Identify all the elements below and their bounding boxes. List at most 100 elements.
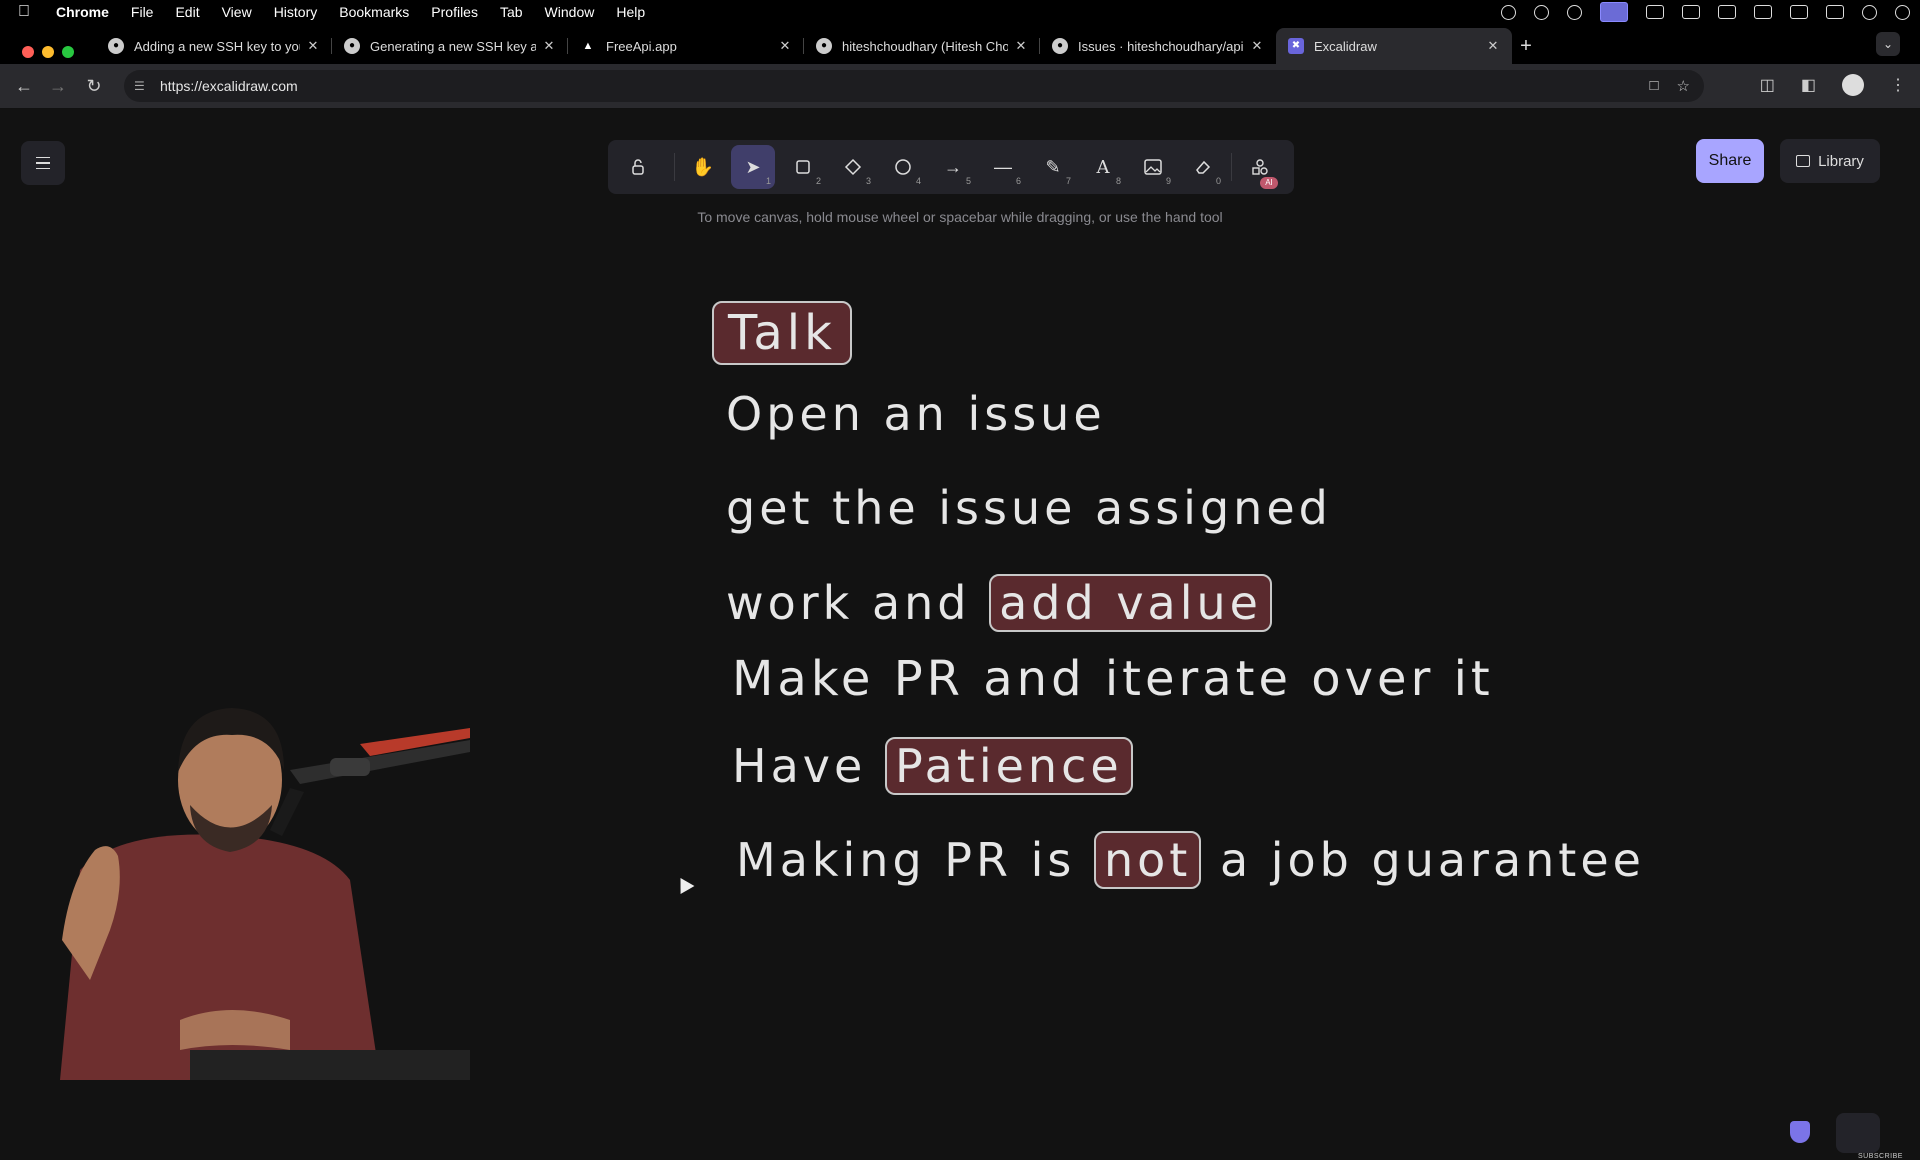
back-arrow-icon[interactable]: ← [12,74,36,98]
shortcut-number: 9 [1165,176,1171,186]
forward-arrow-icon[interactable]: → [46,74,70,98]
tab-issues[interactable]: ● Issues · hiteshchoudhary/apih ✕ [1040,28,1276,64]
main-menu-button[interactable] [21,141,65,185]
share-button[interactable]: Share [1696,139,1764,183]
close-window-button[interactable] [22,46,34,58]
tab-label: hiteshchoudhary (Hitesh Cho [842,38,1008,54]
ellipse-tool-button[interactable]: 4 [881,145,925,189]
window-controls [22,46,74,58]
shield-icon[interactable] [1790,1121,1810,1143]
apple-icon[interactable]:  [18,3,38,21]
menu-bookmarks[interactable]: Bookmarks [339,4,409,20]
github-icon: ● [108,38,124,54]
menu-help[interactable]: Help [616,4,645,20]
arrow-icon: → [944,156,962,177]
drawing-line-patience[interactable]: Have Patience [732,737,1133,795]
tab-search-icon[interactable]: ⌄ [1876,32,1900,56]
text-tool-button[interactable]: A 8 [1081,145,1125,189]
control-center-icon[interactable] [1826,5,1844,19]
work-and-text: work and [726,576,971,630]
shapes-toolbar: ✋ ➤ 1 2 3 4 → 5 — 6 ✎ 7 A 8 9 0 AI [608,140,1294,194]
lock-tool-button[interactable] [616,145,660,189]
close-icon[interactable]: ✕ [1250,38,1264,54]
pointer-icon: ➤ [745,156,761,177]
siri-icon[interactable] [1862,4,1877,20]
github-icon: ● [344,38,360,54]
job-guarantee-text: a job guarantee [1219,833,1645,887]
menu-view[interactable]: View [222,4,252,20]
selection-tool-button[interactable]: ➤ 1 [731,145,775,189]
close-icon[interactable]: ✕ [1014,38,1028,54]
arrow-tool-button[interactable]: → 5 [931,145,975,189]
menu-edit[interactable]: Edit [175,4,199,20]
menu-profiles[interactable]: Profiles [431,4,478,20]
close-icon[interactable]: ✕ [542,38,556,54]
pencil-tool-button[interactable]: ✎ 7 [1031,145,1075,189]
line-tool-button[interactable]: — 6 [981,145,1025,189]
tab-label: Issues · hiteshchoudhary/apih [1078,38,1244,54]
wifi-icon[interactable] [1790,5,1808,19]
status-m-icon[interactable] [1567,4,1582,20]
display-icon[interactable] [1754,5,1772,19]
shapes-icon [1252,159,1268,175]
extensions-icon[interactable]: ◫ [1760,75,1775,95]
more-menu-icon[interactable]: ⋮ [1890,75,1906,95]
drawing-talk-box[interactable]: Talk [712,301,852,365]
rectangle-icon [796,160,810,174]
side-panel-icon[interactable]: ◧ [1801,75,1816,95]
help-button[interactable] [1836,1113,1880,1153]
menu-file[interactable]: File [131,4,154,20]
url-text[interactable]: https://excalidraw.com [160,78,298,94]
line-icon: — [994,156,1012,177]
minimize-window-button[interactable] [42,46,54,58]
zoom-window-button[interactable] [62,46,74,58]
bookmark-star-icon[interactable]: ☆ [1677,77,1690,95]
image-tool-button[interactable]: 9 [1131,145,1175,189]
tab-ssh-generate[interactable]: ● Generating a new SSH key an ✕ [332,28,568,64]
eraser-tool-button[interactable]: 0 [1181,145,1225,189]
mouse-cursor-icon [673,873,695,895]
drawing-line-make-pr[interactable]: Make PR and iterate over it [732,651,1494,707]
hand-tool-button[interactable]: ✋ [681,145,725,189]
close-icon[interactable]: ✕ [1486,38,1500,54]
navigation-bar: ← → ↻ ☰ https://excalidraw.com □ ☆ ◫ ◧ ⋮ [0,64,1920,109]
hamburger-icon [36,156,50,159]
reload-icon[interactable]: ↻ [82,74,106,98]
status-app-icon[interactable] [1501,4,1516,20]
clock-icon[interactable] [1895,4,1910,20]
status-sync-icon[interactable] [1534,4,1549,20]
install-app-icon[interactable]: □ [1649,77,1658,95]
close-icon[interactable]: ✕ [778,38,792,54]
tab-ssh-add[interactable]: ● Adding a new SSH key to you ✕ [96,28,332,64]
profile-avatar[interactable] [1842,74,1864,96]
address-bar[interactable]: ☰ https://excalidraw.com □ ☆ [124,70,1704,102]
bluetooth-icon[interactable] [1718,5,1736,19]
menu-app-name[interactable]: Chrome [56,4,109,20]
tab-excalidraw[interactable]: ✖ Excalidraw ✕ [1276,28,1512,64]
menu-tab[interactable]: Tab [500,4,523,20]
drawing-line-assigned[interactable]: get the issue assigned [726,481,1332,535]
extra-tools-button[interactable]: AI [1238,145,1282,189]
tab-label: Excalidraw [1314,38,1377,54]
shortcut-number: 5 [965,176,971,186]
site-settings-icon[interactable]: ☰ [134,79,150,93]
status-camera-icon[interactable] [1646,5,1664,19]
tab-bar: ● Adding a new SSH key to you ✕ ● Genera… [0,24,1920,64]
drawing-line-guarantee[interactable]: Making PR is not a job guarantee [736,831,1645,889]
book-icon [1796,155,1811,167]
status-icons [1501,0,1910,24]
menu-window[interactable]: Window [545,4,595,20]
new-tab-button[interactable]: + [1512,28,1540,64]
tab-hiteshchoudhary[interactable]: ● hiteshchoudhary (Hitesh Cho ✕ [804,28,1040,64]
status-screen-icon[interactable] [1600,2,1628,22]
drawing-line-work[interactable]: work and add value [726,574,1272,632]
close-icon[interactable]: ✕ [306,38,320,54]
status-grid-icon[interactable] [1682,5,1700,19]
tab-freeapi[interactable]: ▲ FreeApi.app ✕ [568,28,804,64]
drawing-line-open-issue[interactable]: Open an issue [726,387,1106,441]
library-button[interactable]: Library [1780,139,1880,183]
tab-label: Adding a new SSH key to you [134,38,300,54]
menu-history[interactable]: History [274,4,318,20]
diamond-tool-button[interactable]: 3 [831,145,875,189]
rectangle-tool-button[interactable]: 2 [781,145,825,189]
